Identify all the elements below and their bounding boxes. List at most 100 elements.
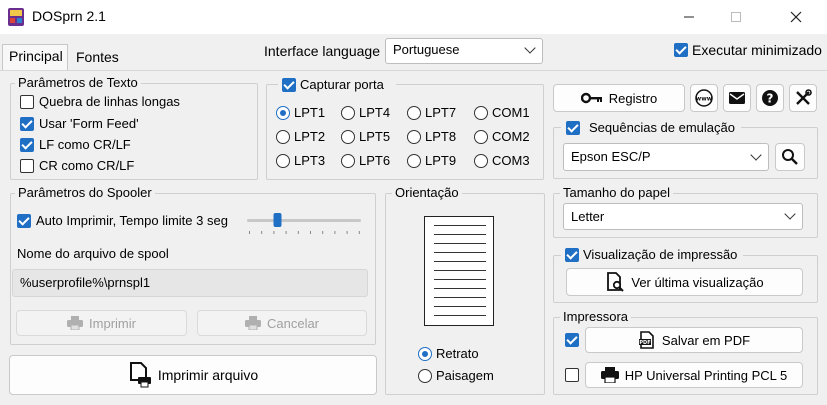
website-button[interactable]: www bbox=[690, 84, 718, 112]
port-radio-lpt9[interactable] bbox=[407, 154, 421, 168]
svg-text:www: www bbox=[696, 96, 713, 103]
globe-www-icon: www bbox=[695, 89, 713, 107]
search-icon bbox=[782, 149, 798, 165]
port-label-lpt6: LPT6 bbox=[359, 153, 391, 168]
port-radio-com3[interactable] bbox=[474, 154, 488, 168]
paisagem-radio[interactable] bbox=[418, 369, 432, 383]
slider-tick bbox=[249, 231, 250, 234]
printer-cancel-icon bbox=[244, 316, 261, 330]
port-label-lpt7: LPT7 bbox=[425, 105, 457, 120]
minimize-button[interactable] bbox=[666, 0, 712, 34]
retrato-radio[interactable] bbox=[418, 347, 432, 361]
port-radio-lpt3[interactable] bbox=[276, 154, 290, 168]
tab-principal-label: Principal bbox=[9, 48, 63, 64]
pdf-file-icon: PDF bbox=[638, 331, 654, 349]
port-radio-lpt7[interactable] bbox=[407, 106, 421, 120]
interface-language-label: Interface language bbox=[264, 43, 380, 59]
registro-button[interactable]: Registro bbox=[553, 84, 685, 112]
email-button[interactable] bbox=[723, 84, 751, 112]
tab-fontes[interactable]: Fontes bbox=[70, 46, 125, 70]
imprimir-button[interactable]: Imprimir bbox=[16, 310, 187, 336]
spool-name-value: %userprofile%\prnspl1 bbox=[20, 275, 151, 290]
port-radio-lpt5[interactable] bbox=[341, 130, 355, 144]
svg-text:?: ? bbox=[767, 92, 774, 106]
slider-tick bbox=[358, 231, 360, 234]
interface-language-select[interactable]: Portuguese bbox=[385, 38, 543, 64]
interface-language-value: Portuguese bbox=[393, 42, 460, 57]
help-button[interactable]: ? bbox=[756, 84, 784, 112]
form-feed-label: Usar 'Form Feed' bbox=[39, 116, 139, 131]
printer-select-button[interactable]: HP Universal Printing PCL 5 bbox=[585, 362, 803, 388]
lf-crlf-label: LF como CR/LF bbox=[39, 137, 131, 152]
cancelar-button[interactable]: Cancelar bbox=[197, 310, 367, 336]
port-label-lpt4: LPT4 bbox=[359, 105, 391, 120]
emulacao-value: Epson ESC/P bbox=[571, 149, 651, 164]
port-label-lpt8: LPT8 bbox=[425, 129, 457, 144]
spool-name-label: Nome do arquivo de spool bbox=[17, 246, 169, 261]
search-emulation-button[interactable] bbox=[775, 143, 805, 171]
timeout-slider[interactable] bbox=[245, 205, 363, 237]
executar-minimizado-checkbox[interactable] bbox=[674, 43, 688, 57]
visualizacao-checkbox[interactable] bbox=[565, 248, 579, 262]
port-radio-com1[interactable] bbox=[474, 106, 488, 120]
imprimir-arquivo-button[interactable]: Imprimir arquivo bbox=[9, 355, 377, 395]
port-radio-lpt1[interactable] bbox=[276, 106, 290, 120]
tamanho-papel-select[interactable]: Letter bbox=[563, 203, 803, 230]
auto-imprimir-label: Auto Imprimir, Tempo limite 3 seg bbox=[36, 213, 228, 228]
imprimir-arquivo-label: Imprimir arquivo bbox=[157, 367, 259, 383]
key-icon bbox=[580, 92, 602, 104]
capturar-porta-label: Capturar porta bbox=[300, 77, 384, 92]
tab-principal[interactable]: Principal bbox=[2, 44, 68, 70]
tab-divider bbox=[0, 70, 827, 71]
tamanho-papel-value: Letter bbox=[571, 209, 605, 224]
slider-tick bbox=[273, 231, 275, 234]
orientacao-title: Orientação bbox=[392, 186, 462, 200]
quebra-linhas-label: Quebra de linhas longas bbox=[39, 94, 180, 109]
port-radio-lpt4[interactable] bbox=[341, 106, 355, 120]
port-label-lpt3: LPT3 bbox=[294, 153, 326, 168]
emulacao-select[interactable]: Epson ESC/P bbox=[563, 143, 769, 171]
tamanho-papel-title: Tamanho do papel bbox=[560, 186, 673, 200]
slider-tick bbox=[261, 231, 263, 234]
emulacao-checkbox[interactable] bbox=[566, 121, 580, 135]
visualizacao-label: Visualização de impressão bbox=[583, 247, 738, 262]
port-radio-lpt6[interactable] bbox=[341, 154, 355, 168]
lf-crlf-checkbox[interactable] bbox=[20, 138, 34, 152]
salvar-pdf-button[interactable]: PDF Salvar em PDF bbox=[585, 327, 803, 353]
auto-imprimir-checkbox[interactable] bbox=[17, 214, 31, 228]
spooler-title: Parâmetros do Spooler bbox=[15, 186, 155, 200]
printer-icon bbox=[67, 316, 84, 330]
port-label-lpt5: LPT5 bbox=[359, 129, 391, 144]
settings-button[interactable] bbox=[789, 84, 817, 112]
help-icon: ? bbox=[762, 90, 778, 106]
printer-label: HP Universal Printing PCL 5 bbox=[624, 367, 788, 383]
minimize-icon bbox=[684, 16, 694, 18]
printer-checkbox[interactable] bbox=[565, 368, 579, 382]
envelope-icon bbox=[729, 92, 745, 104]
salvar-pdf-checkbox[interactable] bbox=[565, 333, 579, 347]
close-icon bbox=[790, 11, 802, 23]
port-label-lpt2: LPT2 bbox=[294, 129, 326, 144]
slider-track bbox=[247, 219, 361, 222]
maximize-icon bbox=[731, 12, 741, 22]
print-file-icon bbox=[129, 362, 151, 388]
close-button[interactable] bbox=[773, 0, 819, 34]
slider-tick bbox=[285, 231, 287, 234]
port-radio-lpt2[interactable] bbox=[276, 130, 290, 144]
preview-file-icon bbox=[607, 272, 625, 292]
ver-ultima-visualizacao-button[interactable]: Ver última visualização bbox=[566, 268, 803, 296]
port-radio-lpt8[interactable] bbox=[407, 130, 421, 144]
port-radio-com2[interactable] bbox=[474, 130, 488, 144]
form-feed-checkbox[interactable] bbox=[20, 117, 34, 131]
slider-tick bbox=[346, 231, 348, 234]
spool-name-field[interactable]: %userprofile%\prnspl1 bbox=[12, 269, 368, 297]
port-label-lpt1: LPT1 bbox=[294, 105, 326, 120]
port-label-lpt9: LPT9 bbox=[425, 153, 457, 168]
slider-thumb[interactable] bbox=[273, 213, 282, 227]
capturar-porta-checkbox[interactable] bbox=[282, 78, 296, 92]
maximize-button[interactable] bbox=[713, 0, 759, 34]
quebra-linhas-checkbox[interactable] bbox=[20, 95, 34, 109]
slider-tick bbox=[322, 231, 324, 234]
impressora-title: Impressora bbox=[560, 310, 632, 324]
cr-crlf-checkbox[interactable] bbox=[20, 159, 34, 173]
